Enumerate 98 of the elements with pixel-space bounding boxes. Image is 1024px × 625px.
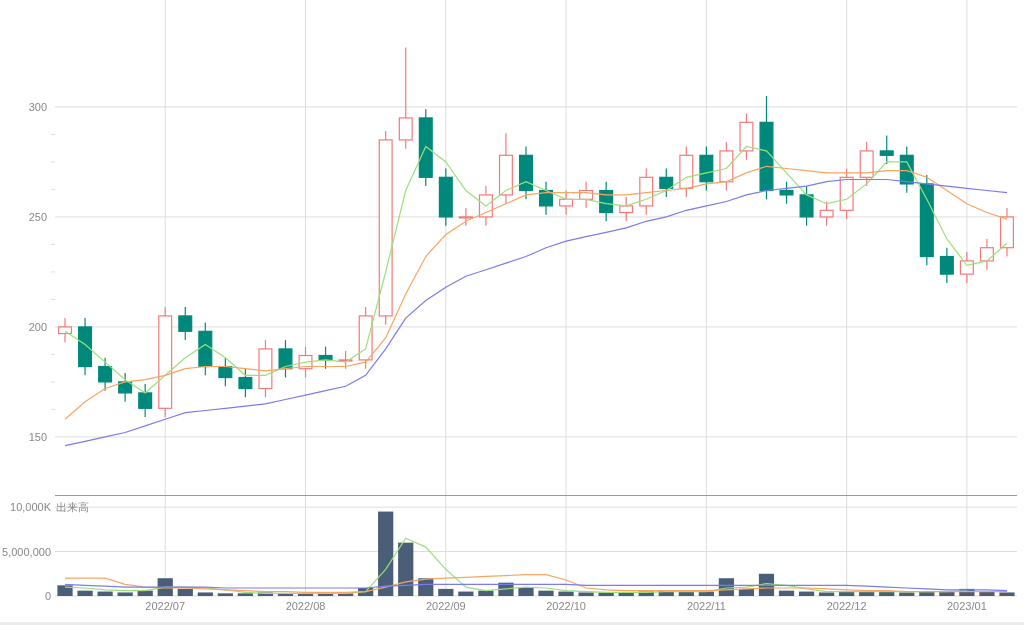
candlestick bbox=[639, 167, 654, 216]
volume-bar bbox=[678, 590, 694, 596]
candlestick bbox=[438, 167, 453, 227]
y-axis-label: 0 bbox=[44, 590, 51, 602]
candlestick bbox=[699, 145, 714, 192]
volume-bar bbox=[859, 590, 875, 596]
y-axis-label: 150 bbox=[28, 430, 47, 443]
x-axis-label: 2022/08 bbox=[285, 600, 326, 612]
volume-bar bbox=[358, 588, 374, 596]
candlestick bbox=[579, 181, 594, 209]
y-axis-label: 200 bbox=[28, 320, 47, 333]
x-axis-label: 2022/12 bbox=[826, 600, 867, 612]
volume-bar bbox=[137, 590, 153, 596]
volume-bar bbox=[478, 590, 494, 596]
candlestick bbox=[318, 346, 333, 370]
candlestick bbox=[238, 368, 253, 398]
candlestick bbox=[138, 383, 153, 418]
volume-bar bbox=[638, 591, 654, 596]
x-axis-label: 2022/11 bbox=[686, 600, 726, 612]
volume-bar bbox=[999, 592, 1015, 596]
volume-bar bbox=[117, 592, 133, 596]
volume-bar bbox=[438, 588, 454, 596]
volume-bar bbox=[277, 593, 294, 596]
volume-bar bbox=[798, 591, 815, 596]
candlestick bbox=[679, 145, 694, 198]
volume-bar bbox=[237, 593, 253, 596]
candlestick bbox=[619, 196, 634, 222]
x-axis-label: 2022/07 bbox=[145, 600, 186, 612]
y-axis-label: 5,000,000 bbox=[2, 545, 51, 558]
x-axis-label: 2023/01 bbox=[947, 600, 987, 612]
volume-bar bbox=[979, 591, 995, 596]
candlestick bbox=[939, 247, 954, 284]
volume-bar bbox=[458, 591, 474, 596]
volume-bar bbox=[698, 591, 714, 596]
candlestick bbox=[799, 185, 814, 227]
candlestick bbox=[118, 372, 133, 403]
volume-bar bbox=[177, 588, 193, 596]
y-axis-label: 300 bbox=[28, 100, 47, 113]
candlestick bbox=[298, 346, 313, 379]
candlestick bbox=[839, 167, 854, 220]
volume-bar bbox=[338, 593, 354, 596]
candlestick bbox=[819, 200, 834, 227]
y-axis-label: 250 bbox=[28, 210, 47, 223]
candlestick bbox=[779, 181, 794, 205]
candlestick bbox=[518, 145, 533, 200]
volume-bar bbox=[57, 585, 73, 596]
volume-bar bbox=[658, 590, 674, 596]
candlestick bbox=[458, 207, 473, 227]
volume-bar bbox=[77, 590, 93, 596]
volume-bar bbox=[959, 588, 975, 596]
candlestick bbox=[739, 112, 754, 161]
volume-bar bbox=[618, 592, 634, 596]
candlestick bbox=[899, 145, 914, 194]
candlestick bbox=[719, 141, 734, 192]
candlestick bbox=[879, 134, 894, 165]
candlestick bbox=[979, 238, 994, 271]
volume-bar bbox=[297, 593, 314, 596]
volume-bar bbox=[879, 591, 895, 596]
y-axis-label: 10,000K bbox=[10, 501, 51, 514]
volume-bar bbox=[558, 591, 574, 596]
volume-bar bbox=[839, 591, 855, 596]
volume-bar bbox=[598, 592, 614, 596]
x-axis-label: 2022/09 bbox=[425, 600, 466, 612]
volume-bar bbox=[899, 592, 915, 596]
candlestick bbox=[78, 317, 93, 376]
candlestick bbox=[999, 207, 1014, 258]
candlestick bbox=[198, 321, 213, 376]
volume-bar bbox=[738, 588, 755, 596]
candlestick bbox=[478, 185, 493, 227]
volume-bar bbox=[217, 593, 233, 596]
candlestick bbox=[178, 306, 193, 341]
candlestick bbox=[539, 181, 554, 216]
volume-bar bbox=[819, 592, 835, 596]
candlestick bbox=[659, 167, 674, 198]
volume-bar bbox=[578, 592, 594, 596]
candlestick bbox=[58, 317, 73, 343]
candlestick bbox=[859, 141, 874, 187]
volume-bar bbox=[257, 592, 274, 596]
volume-bar bbox=[97, 591, 113, 596]
candlestick bbox=[258, 339, 273, 398]
volume-bar bbox=[317, 593, 334, 596]
volume-bar bbox=[398, 542, 414, 596]
volume-bar bbox=[919, 591, 935, 596]
candlestick bbox=[599, 181, 614, 222]
chart-title: 出来高 bbox=[56, 501, 89, 514]
volume-bar bbox=[518, 588, 534, 596]
volume-bar bbox=[939, 591, 955, 596]
volume-bar bbox=[778, 590, 795, 596]
candlestick bbox=[338, 350, 353, 370]
volume-bar bbox=[538, 590, 554, 596]
candlestick bbox=[559, 189, 574, 216]
candlestick bbox=[358, 306, 373, 370]
candlestick bbox=[218, 357, 233, 387]
candlestick bbox=[959, 251, 974, 284]
x-axis-label: 2022/10 bbox=[546, 600, 586, 612]
volume-bar bbox=[197, 592, 213, 596]
candlestick bbox=[278, 339, 293, 379]
candlestick bbox=[98, 357, 113, 392]
